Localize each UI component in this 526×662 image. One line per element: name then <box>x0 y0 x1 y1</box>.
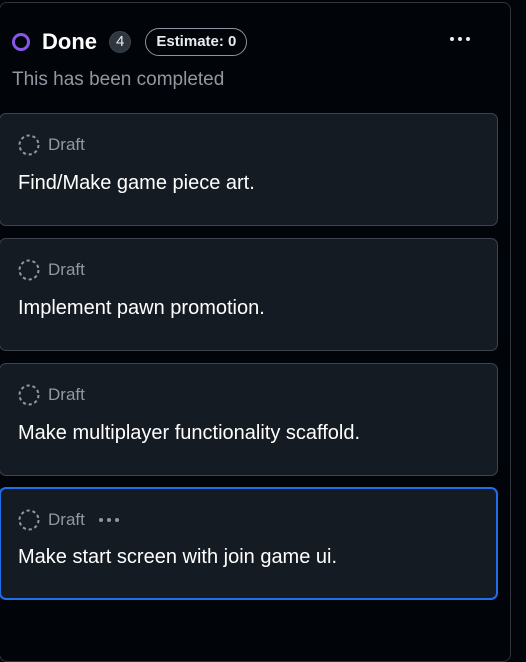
board-column-done: Done 4 Estimate: 0 This has been complet… <box>0 2 511 662</box>
card-header: Draft <box>18 258 85 282</box>
draft-card[interactable]: Draft Find/Make game piece art. <box>0 113 498 226</box>
card-title[interactable]: Make multiplayer functionality scaffold. <box>18 422 360 445</box>
draft-card[interactable]: Draft Implement pawn promotion. <box>0 238 498 351</box>
draft-dashed-circle-icon <box>18 134 40 156</box>
draft-dashed-circle-icon <box>18 259 40 281</box>
draft-dashed-circle-icon <box>18 509 40 531</box>
card-type-label: Draft <box>48 260 85 279</box>
kebab-horizontal-icon <box>450 37 470 41</box>
card-header: Draft <box>18 508 121 532</box>
card-header: Draft <box>18 133 85 157</box>
card-menu-button[interactable] <box>97 514 121 526</box>
column-menu-button[interactable] <box>446 30 474 48</box>
card-type-label: Draft <box>48 135 85 154</box>
card-type-label: Draft <box>48 510 85 529</box>
column-description: This has been completed <box>12 69 225 90</box>
draft-card-selected[interactable]: Draft Make start screen with join game u… <box>0 487 498 600</box>
card-title[interactable]: Implement pawn promotion. <box>18 297 265 320</box>
draft-card[interactable]: Draft Make multiplayer functionality sca… <box>0 363 498 476</box>
column-header: Done 4 Estimate: 0 <box>12 25 248 59</box>
status-circle-icon <box>12 33 30 51</box>
column-title: Done <box>42 29 97 54</box>
draft-dashed-circle-icon <box>18 384 40 406</box>
card-header: Draft <box>18 383 85 407</box>
card-title[interactable]: Find/Make game piece art. <box>18 172 255 195</box>
estimate-badge: Estimate: 0 <box>145 28 248 56</box>
item-count-badge: 4 <box>109 31 132 53</box>
card-title[interactable]: Make start screen with join game ui. <box>18 546 337 569</box>
card-type-label: Draft <box>48 385 85 404</box>
